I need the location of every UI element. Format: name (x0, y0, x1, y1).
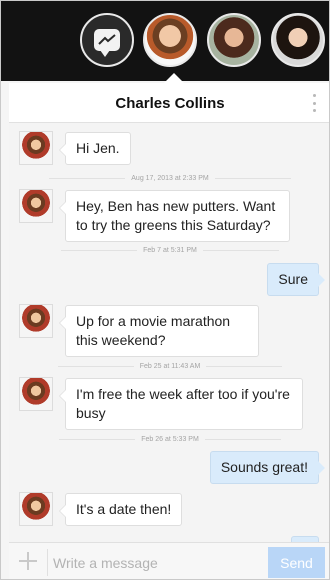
incoming-message: It's a date then! (58, 493, 183, 526)
add-attachment-icon[interactable] (19, 552, 37, 570)
messenger-icon[interactable] (80, 13, 134, 67)
contact-avatar-1[interactable] (143, 13, 197, 67)
message-list[interactable]: Hi Jen. Aug 17, 2013 at 2:33 PM Hey, Ben… (9, 123, 329, 560)
message-timestamp: Feb 26 at 5:33 PM (9, 436, 329, 443)
contact-avatar-3[interactable] (271, 13, 325, 67)
message-timestamp: Feb 25 at 11:43 AM (9, 363, 329, 370)
incoming-message: Hey, Ben has new putters. Want to try th… (59, 190, 290, 242)
outgoing-message: Sounds great! (209, 451, 326, 484)
sender-avatar (19, 189, 53, 223)
sender-avatar (19, 131, 53, 165)
incoming-message: I'm free the week after too if you're bu… (59, 378, 303, 430)
messenger-bubble-icon (94, 29, 120, 57)
sender-avatar (19, 377, 53, 411)
sender-avatar (19, 492, 53, 526)
more-options-icon[interactable] (313, 94, 319, 112)
messenger-bolt-icon (98, 34, 116, 45)
messenger-window: Charles Collins Hi Jen. Aug 17, 2013 at … (0, 0, 330, 580)
message-composer: Send (9, 542, 329, 579)
message-input[interactable] (53, 550, 259, 575)
incoming-message: Hi Jen. (59, 132, 131, 165)
incoming-message: Up for a movie marathon this weekend? (59, 305, 259, 357)
sender-avatar (19, 304, 53, 338)
active-head-pointer (164, 73, 184, 83)
chat-title: Charles Collins (115, 95, 225, 112)
outgoing-message: Sure (267, 263, 325, 296)
message-timestamp: Aug 17, 2013 at 2:33 PM (9, 175, 329, 182)
chat-header: Charles Collins (9, 83, 329, 123)
message-timestamp: Feb 7 at 5:31 PM (9, 247, 329, 254)
contact-avatar-2[interactable] (207, 13, 261, 67)
chat-heads-bar (1, 1, 329, 83)
composer-divider (47, 549, 48, 576)
send-button[interactable]: Send (268, 547, 325, 578)
